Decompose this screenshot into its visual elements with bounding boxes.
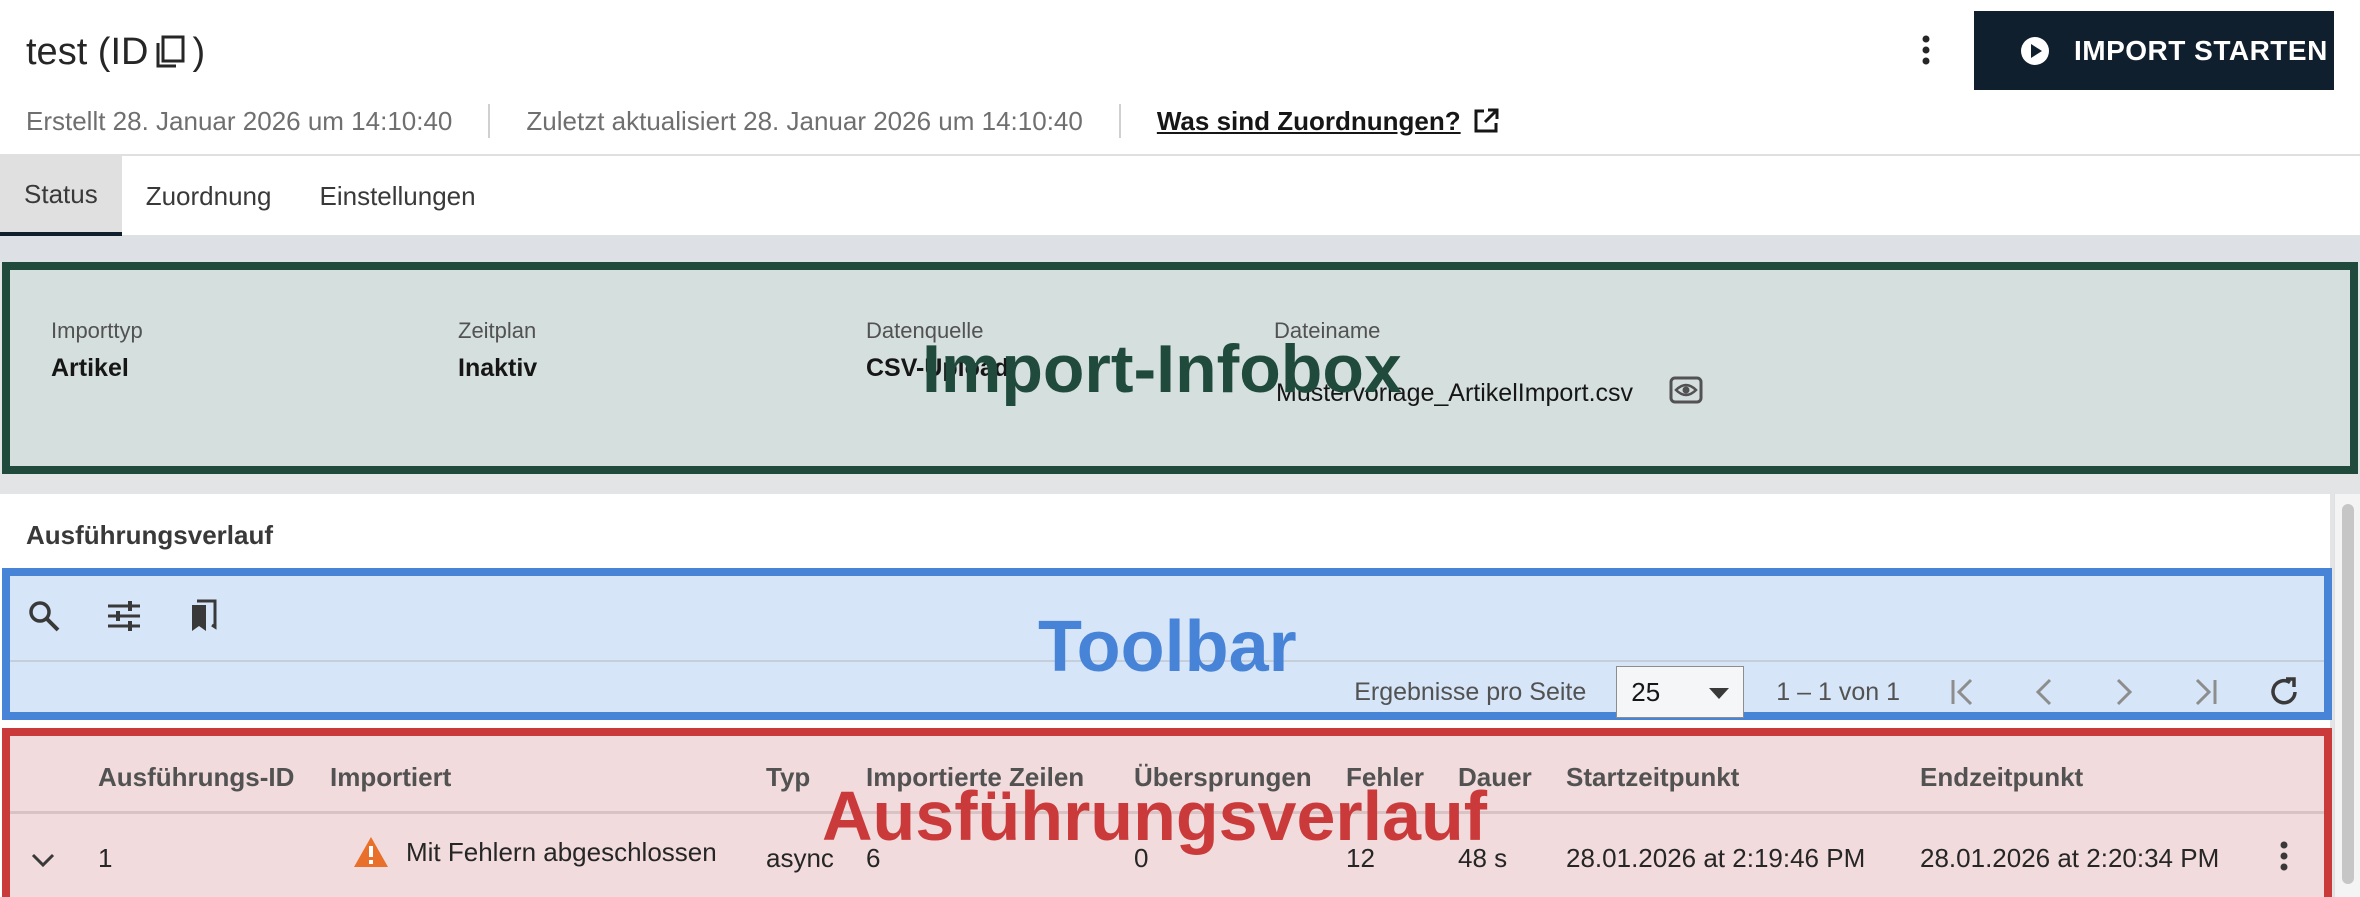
info-datenquelle: Datenquelle CSV-Upload [866, 318, 1009, 383]
refresh-icon[interactable] [2244, 666, 2324, 718]
info-zeitplan: Zeitplan Inaktiv [458, 318, 537, 383]
page-title: test (ID ) [26, 24, 205, 80]
table-row[interactable]: 1 Mit Fehlern abgeschlossen async 6 0 12… [10, 817, 2324, 897]
info-label: Dateiname [1274, 318, 1381, 343]
column-header[interactable]: Endzeitpunkt [1920, 762, 2083, 793]
tab-label: Einstellungen [319, 180, 476, 211]
next-page-icon[interactable] [2084, 666, 2164, 718]
cell-duration: 48 s [1458, 843, 1508, 873]
tab-status[interactable]: Status [0, 156, 122, 236]
toolbar: Toolbar Ergebnisse pro Seite 25 1 – 1 vo… [2, 568, 2332, 720]
tab-zuordnung[interactable]: Zuordnung [122, 156, 296, 236]
tab-label: Status [24, 178, 98, 209]
execution-history-table: Ausführungs-ID Importiert Typ Importiert… [2, 728, 2332, 897]
cell-end: 28.01.2026 at 2:20:34 PM [1920, 843, 2220, 873]
info-label: Zeitplan [458, 318, 537, 343]
warning-icon [354, 837, 388, 867]
cell-imported-rows: 6 [866, 843, 881, 873]
first-page-icon[interactable] [1924, 666, 2004, 718]
toolbar-icon-row [10, 576, 2324, 662]
last-page-icon[interactable] [2164, 666, 2244, 718]
page-size-label: Ergebnisse pro Seite [1354, 677, 1587, 706]
bookmarks-icon[interactable] [184, 596, 224, 636]
copy-icon[interactable] [154, 35, 186, 69]
import-start-label: IMPORT STARTEN [2074, 34, 2328, 66]
cell-status: Mit Fehlern abgeschlossen [352, 835, 717, 869]
page-header: test (ID ) Erstellt 28. Januar 2026 um 1… [0, 0, 2360, 156]
cell-type: async [766, 843, 834, 873]
status-text: Mit Fehlern abgeschlossen [406, 836, 717, 867]
import-start-button[interactable]: IMPORT STARTEN [1974, 11, 2334, 90]
more-options-icon[interactable] [1906, 26, 1946, 74]
vertical-scrollbar[interactable] [2334, 494, 2360, 897]
cell-id: 1 [98, 843, 113, 873]
expand-chevron-icon[interactable] [30, 845, 56, 876]
caret-down-icon [1709, 688, 1730, 699]
created-timestamp: Erstellt 28. Januar 2026 um 14:10:40 [26, 105, 453, 136]
section-title: Ausführungsverlauf [26, 520, 274, 550]
column-header[interactable]: Dauer [1458, 762, 1532, 793]
page-size-value: 25 [1631, 676, 1661, 707]
meta-row: Erstellt 28. Januar 2026 um 14:10:40 Zul… [26, 104, 1499, 138]
page-background [0, 236, 2360, 262]
tab-label: Zuordnung [145, 180, 272, 211]
row-options-icon[interactable] [2280, 841, 2288, 878]
meta-divider [1118, 104, 1121, 138]
column-header[interactable]: Importierte Zeilen [866, 762, 1084, 793]
column-header[interactable]: Fehler [1346, 762, 1424, 793]
column-header[interactable]: Typ [766, 762, 810, 793]
filter-sliders-icon[interactable] [104, 596, 144, 636]
previous-page-icon[interactable] [2004, 666, 2084, 718]
scroll-thumb[interactable] [2342, 504, 2354, 884]
info-importtyp: Importtyp Artikel [51, 318, 143, 383]
info-label: Importtyp [51, 318, 143, 343]
column-header[interactable]: Startzeitpunkt [1566, 762, 1739, 793]
preview-eye-icon[interactable] [1669, 376, 1703, 411]
page-title-close: ) [192, 30, 206, 73]
tab-bar: Status Zuordnung Einstellungen [0, 156, 2360, 236]
pagination: Ergebnisse pro Seite 25 1 – 1 von 1 [1354, 666, 2324, 718]
cell-start: 28.01.2026 at 2:19:46 PM [1566, 843, 1866, 873]
column-header[interactable]: Importiert [330, 762, 451, 793]
column-header[interactable]: Ausführungs-ID [98, 762, 294, 793]
cell-skipped: 0 [1134, 843, 1149, 873]
external-link-icon [1474, 108, 1499, 133]
search-icon[interactable] [24, 596, 64, 636]
table-header: Ausführungs-ID Importiert Typ Importiert… [10, 736, 2324, 814]
info-dateiname: Dateiname [1274, 318, 1380, 354]
page-range-text: 1 – 1 von 1 [1776, 677, 1900, 706]
meta-divider [488, 104, 491, 138]
info-value: Inaktiv [458, 354, 538, 382]
play-circle-icon [2021, 36, 2049, 65]
help-link[interactable]: Was sind Zuordnungen? [1157, 106, 1499, 137]
filename-value: Mustervorlage_ArtikelImport.csv [1276, 379, 1634, 407]
updated-timestamp: Zuletzt aktualisiert 28. Januar 2026 um … [526, 105, 1083, 136]
column-header[interactable]: Übersprungen [1134, 762, 1312, 793]
info-filename-row: Mustervorlage_ArtikelImport.csv [1276, 376, 1703, 411]
info-label: Datenquelle [866, 318, 984, 343]
info-value: CSV-Upload [866, 354, 1010, 382]
cell-errors: 12 [1346, 843, 1375, 873]
page-size-select[interactable]: 25 [1616, 666, 1745, 718]
tab-einstellungen[interactable]: Einstellungen [295, 156, 499, 236]
import-infobox: Importtyp Artikel Zeitplan Inaktiv Daten… [2, 262, 2358, 474]
info-value: Artikel [51, 354, 129, 382]
help-link-label[interactable]: Was sind Zuordnungen? [1157, 106, 1461, 137]
page-title-text: test (ID [26, 30, 149, 73]
